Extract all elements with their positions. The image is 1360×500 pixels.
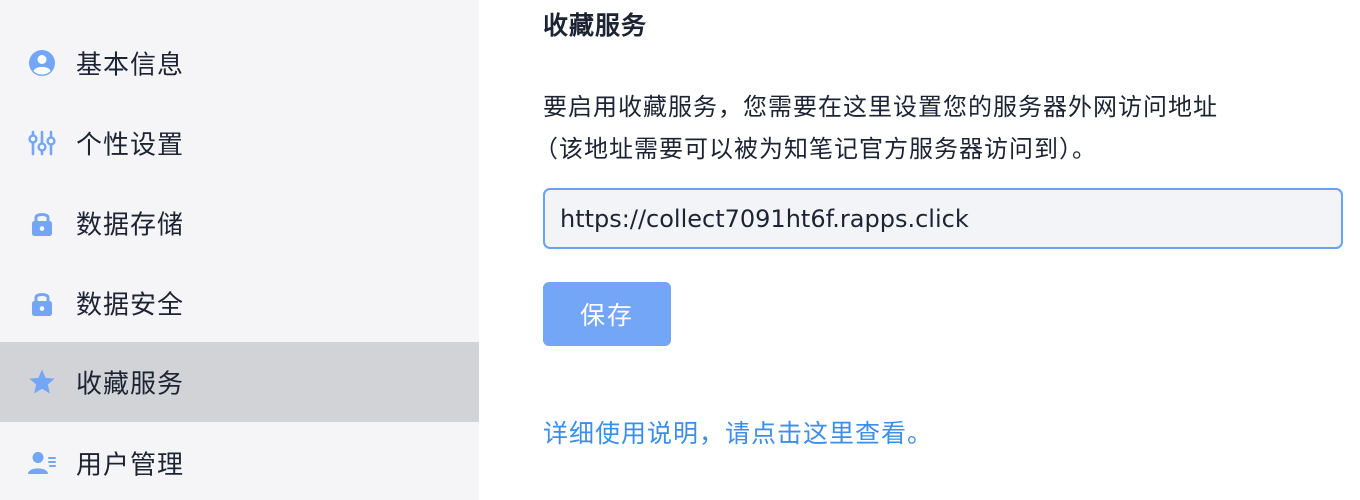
sidebar-item-user-management[interactable]: 用户管理	[0, 423, 479, 500]
sidebar-item-personalization[interactable]: 个性设置	[0, 103, 479, 183]
help-link[interactable]: 详细使用说明，请点击这里查看。	[543, 414, 933, 450]
sidebar-item-label: 数据存储	[76, 210, 185, 241]
user-manage-icon	[27, 448, 57, 478]
lock-icon	[27, 208, 57, 238]
sidebar: 基本信息 个性设置 数据存储 数据安全 收藏服务 用户管理	[0, 0, 479, 500]
sidebar-item-collect-service[interactable]: 收藏服务	[0, 342, 479, 422]
settings-window: 基本信息 个性设置 数据存储 数据安全 收藏服务 用户管理 收藏服务 要启用收藏…	[0, 0, 1360, 500]
sidebar-item-label: 基本信息	[76, 50, 185, 81]
sidebar-item-label: 数据安全	[76, 290, 185, 321]
user-circle-icon	[27, 48, 57, 78]
sidebar-item-label: 收藏服务	[76, 369, 185, 400]
description-line: （该地址需要可以被为知笔记官方服务器访问到）。	[534, 135, 1097, 163]
save-button[interactable]: 保存	[543, 282, 671, 346]
sliders-icon	[27, 128, 57, 158]
server-url-input[interactable]	[543, 188, 1343, 249]
description-line: 要启用收藏服务，您需要在这里设置您的服务器外网访问地址	[543, 93, 1218, 121]
star-icon	[27, 367, 57, 397]
page-title: 收藏服务	[543, 11, 648, 40]
sidebar-item-label: 个性设置	[76, 130, 185, 161]
lock-icon	[27, 288, 57, 318]
main-panel: 收藏服务 要启用收藏服务，您需要在这里设置您的服务器外网访问地址 （该地址需要可…	[534, 0, 1343, 500]
sidebar-item-data-security[interactable]: 数据安全	[0, 263, 479, 343]
description: 要启用收藏服务，您需要在这里设置您的服务器外网访问地址 （该地址需要可以被为知笔…	[534, 86, 1343, 170]
sidebar-item-basic-info[interactable]: 基本信息	[0, 23, 479, 103]
sidebar-item-data-storage[interactable]: 数据存储	[0, 183, 479, 263]
sidebar-item-label: 用户管理	[76, 450, 185, 481]
